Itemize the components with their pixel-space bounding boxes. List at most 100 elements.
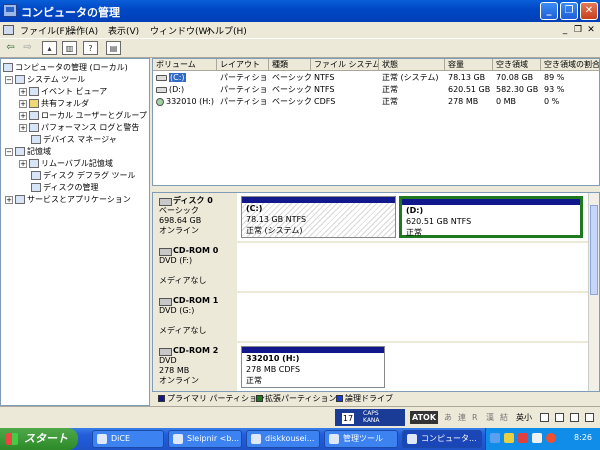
clock[interactable]: 8:26 <box>574 433 592 442</box>
tree-label: ディスク デフラグ ツール <box>43 171 136 180</box>
tray-network-icon[interactable] <box>504 433 514 443</box>
properties-icon[interactable]: ▤ <box>106 41 121 55</box>
atok-kanji[interactable]: 漢 <box>486 410 494 426</box>
tree-item-performance-logs[interactable]: + パフォーマンス ログと警告 <box>19 122 139 133</box>
partition-c[interactable]: (C:) 78.13 GB NTFS 正常 (システム) <box>241 196 396 238</box>
kana-indicator: KANA <box>363 417 380 424</box>
menu-view[interactable]: 表示(V) <box>108 24 139 37</box>
disk-info[interactable]: CD-ROM 2 DVD 278 MB オンライン <box>153 343 237 391</box>
tree-item-disk-management[interactable]: ディスクの管理 <box>31 182 98 193</box>
partition-label: (C:) <box>246 204 263 213</box>
close-button[interactable]: ✕ <box>580 2 598 20</box>
status-bar: 17 CAPS KANA ATOK あ 連 R 漢 結 英小 <box>0 406 600 428</box>
column-header-layout[interactable]: レイアウト <box>217 59 269 71</box>
ime-bar[interactable]: 17 CAPS KANA <box>335 409 405 426</box>
menu-window[interactable]: ウィンドウ(W) <box>150 24 211 37</box>
expand-icon[interactable]: + <box>19 159 27 168</box>
disk-info[interactable]: ディスク 0 ベーシック 698.64 GB オンライン <box>153 193 237 241</box>
expand-icon[interactable]: + <box>5 195 13 204</box>
tree-item-computer-management[interactable]: コンピュータの管理 (ローカル) <box>3 62 128 73</box>
expand-icon[interactable]: + <box>19 111 27 120</box>
windows-logo-icon <box>6 433 18 445</box>
tray-globe-icon[interactable] <box>490 433 500 443</box>
task-diskkousei[interactable]: diskkousei... <box>246 430 320 448</box>
expand-icon[interactable]: + <box>19 99 27 108</box>
maximize-button[interactable]: ❐ <box>560 2 578 20</box>
atok-alpha-small[interactable]: 英小 <box>516 410 532 426</box>
tree-label: システム ツール <box>27 75 86 84</box>
disk-info[interactable]: CD-ROM 0 DVD (F:) メディアなし <box>153 243 237 291</box>
task-computer-management[interactable]: コンピュータ... <box>402 430 482 448</box>
tree-item-event-viewer[interactable]: + イベント ビューア <box>19 86 107 97</box>
up-folder-icon[interactable]: ▴ <box>42 41 57 55</box>
atok-join[interactable]: 結 <box>500 410 508 426</box>
column-header-capacity[interactable]: 容量 <box>445 59 493 71</box>
cell-free-space: 70.08 GB <box>496 73 534 82</box>
atok-label[interactable]: ATOK <box>410 411 439 424</box>
partition-h[interactable]: 332010 (H:) 278 MB CDFS 正常 <box>241 346 385 388</box>
cell-volume: (D:) <box>169 85 185 94</box>
task-label: コンピュータ... <box>421 434 477 443</box>
partition-detail: 78.13 GB NTFS <box>246 215 307 224</box>
task-admin-tools[interactable]: 管理ツール <box>324 430 398 448</box>
disk-info[interactable]: CD-ROM 1 DVD (G:) メディアなし <box>153 293 237 341</box>
mdi-restore-icon[interactable]: ❐ <box>573 25 583 35</box>
menu-help[interactable]: ヘルプ(H) <box>206 24 247 37</box>
tree-item-defrag[interactable]: ディスク デフラグ ツール <box>31 170 136 181</box>
column-header-type[interactable]: 種類 <box>269 59 311 71</box>
tree-item-services-apps[interactable]: + サービスとアプリケーション <box>5 194 131 205</box>
show-hide-tree-icon[interactable]: ▥ <box>62 41 77 55</box>
tree-item-device-manager[interactable]: デバイス マネージャ <box>31 134 117 145</box>
atok-help-icon[interactable] <box>570 413 579 422</box>
scrollbar-thumb[interactable] <box>590 205 598 295</box>
collapse-icon[interactable]: − <box>5 147 13 156</box>
ime-number: 17 <box>342 413 354 424</box>
minimize-button[interactable]: _ <box>540 2 558 20</box>
task-sleipnir[interactable]: Sleipnir <b... <box>168 430 242 448</box>
tree-item-local-users[interactable]: + ローカル ユーザーとグループ <box>19 110 147 121</box>
atok-tool-icon[interactable] <box>540 413 549 422</box>
help-icon[interactable]: ? <box>83 41 98 55</box>
expand-icon[interactable]: + <box>19 123 27 132</box>
atok-conversion[interactable]: 連 <box>458 410 466 426</box>
column-header-filesystem[interactable]: ファイル システム <box>311 59 379 71</box>
tree-item-shared-folders[interactable]: + 共有フォルダ <box>19 98 89 109</box>
column-header-volume[interactable]: ボリューム <box>153 59 217 71</box>
tree-label: サービスとアプリケーション <box>27 195 131 204</box>
back-arrow-icon[interactable]: ⇦ <box>3 41 18 55</box>
volume-row[interactable]: 332010 (H:) パーティション ベーシック CDFS 正常 278 MB… <box>153 96 599 108</box>
mdi-close-icon[interactable]: ✕ <box>586 25 596 35</box>
partition-d[interactable]: (D:) 620.51 GB NTFS 正常 <box>399 196 583 238</box>
column-header-status[interactable]: 状態 <box>379 59 445 71</box>
column-header-free-space[interactable]: 空き領域 <box>493 59 541 71</box>
volume-row[interactable]: (C:) パーティション ベーシック NTFS 正常 (システム) 78.13 … <box>153 72 599 84</box>
atok-menu-icon[interactable] <box>585 413 594 422</box>
tree-item-removable-storage[interactable]: + リムーバブル記憶域 <box>19 158 113 169</box>
tree-item-system-tools[interactable]: − システム ツール <box>5 74 85 85</box>
tray-flag-icon[interactable] <box>532 433 542 443</box>
column-header-percent-free[interactable]: 空き領域の割合 <box>541 59 599 71</box>
atok-dictionary-icon[interactable] <box>555 413 564 422</box>
performance-icon <box>29 123 39 132</box>
menu-action[interactable]: 操作(A) <box>67 24 98 37</box>
cell-layout: パーティション <box>220 73 269 82</box>
tray-security-icon[interactable] <box>518 433 528 443</box>
tree-item-storage[interactable]: − 記憶域 <box>5 146 51 157</box>
mdi-minimize-icon[interactable]: _ <box>560 25 570 35</box>
disk-size: 698.64 GB <box>159 216 202 225</box>
tree-label: 共有フォルダ <box>41 99 89 108</box>
start-button[interactable]: スタート <box>0 428 78 450</box>
forward-arrow-icon[interactable]: ⇨ <box>20 41 35 55</box>
vertical-scrollbar[interactable] <box>588 193 599 391</box>
tray-update-icon[interactable] <box>546 433 556 443</box>
atok-mode[interactable]: あ <box>444 410 452 426</box>
taskbar: スタート DiCE Sleipnir <b... diskkousei... 管… <box>0 428 600 450</box>
cell-capacity: 78.13 GB <box>448 73 486 82</box>
task-dice[interactable]: DiCE <box>92 430 164 448</box>
collapse-icon[interactable]: − <box>5 75 13 84</box>
expand-icon[interactable]: + <box>19 87 27 96</box>
volume-row[interactable]: (D:) パーティション ベーシック NTFS 正常 620.51 GB 582… <box>153 84 599 96</box>
atok-romaji[interactable]: R <box>472 410 478 426</box>
system-menu-icon[interactable] <box>3 25 14 35</box>
menu-file[interactable]: ファイル(F) <box>20 24 68 37</box>
